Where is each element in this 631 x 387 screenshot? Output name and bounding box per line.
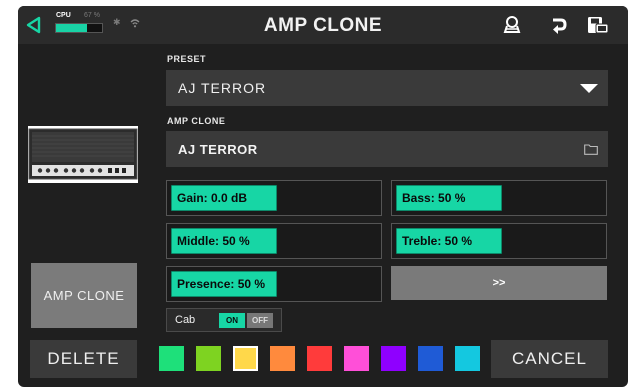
presence-control[interactable]: Presence: 50 % <box>166 266 382 302</box>
top-bar: CPU 67 % ✱ AMP CLONE <box>18 6 628 44</box>
cab-off-button[interactable]: OFF <box>247 313 273 328</box>
color-swatch[interactable] <box>344 346 369 371</box>
color-swatch[interactable] <box>418 346 443 371</box>
amp-image <box>28 126 138 183</box>
color-swatch[interactable] <box>381 346 406 371</box>
preset-value: AJ TERROR <box>178 80 267 96</box>
chevron-down-icon <box>580 84 598 93</box>
bass-control[interactable]: Bass: 50 % <box>391 180 607 216</box>
treble-pill: Treble: 50 % <box>396 228 502 254</box>
page-title: AMP CLONE <box>263 15 383 36</box>
delete-button[interactable]: DELETE <box>30 340 137 378</box>
color-swatch[interactable] <box>233 346 258 371</box>
middle-value: Middle: 50 % <box>177 234 250 248</box>
color-swatch[interactable] <box>159 346 184 371</box>
gain-value: Gain: 0.0 dB <box>177 191 248 205</box>
amp-clone-screen: CPU 67 % ✱ AMP CLONE PRESET AJ TERROR AM… <box>18 6 628 387</box>
color-swatch[interactable] <box>270 346 295 371</box>
gain-pill: Gain: 0.0 dB <box>171 185 277 211</box>
color-swatch[interactable] <box>307 346 332 371</box>
treble-value: Treble: 50 % <box>402 234 473 248</box>
treble-control[interactable]: Treble: 50 % <box>391 223 607 259</box>
amp-clone-button[interactable]: AMP CLONE <box>31 263 137 328</box>
tuner-icon[interactable] <box>503 16 521 34</box>
amp-clone-value: AJ TERROR <box>178 142 258 157</box>
undo-icon[interactable] <box>550 16 568 36</box>
cab-on-button[interactable]: ON <box>219 313 245 328</box>
color-swatch[interactable] <box>455 346 480 371</box>
cab-label: Cab <box>175 314 196 326</box>
preset-label: PRESET <box>167 54 207 64</box>
cab-toggle: Cab ON OFF <box>166 308 282 332</box>
save-icon[interactable] <box>587 15 609 35</box>
bass-pill: Bass: 50 % <box>396 185 502 211</box>
cancel-button[interactable]: CANCEL <box>491 340 608 378</box>
presence-pill: Presence: 50 % <box>171 271 277 297</box>
middle-pill: Middle: 50 % <box>171 228 277 254</box>
preset-dropdown[interactable]: AJ TERROR <box>166 70 608 106</box>
next-page-button[interactable]: >> <box>391 266 607 300</box>
gain-control[interactable]: Gain: 0.0 dB <box>166 180 382 216</box>
amp-clone-field[interactable]: AJ TERROR <box>166 131 608 167</box>
presence-value: Presence: 50 % <box>177 277 266 291</box>
middle-control[interactable]: Middle: 50 % <box>166 223 382 259</box>
amp-clone-label: AMP CLONE <box>167 116 226 126</box>
color-swatch[interactable] <box>196 346 221 371</box>
bass-value: Bass: 50 % <box>402 191 466 205</box>
folder-icon[interactable] <box>584 144 598 155</box>
